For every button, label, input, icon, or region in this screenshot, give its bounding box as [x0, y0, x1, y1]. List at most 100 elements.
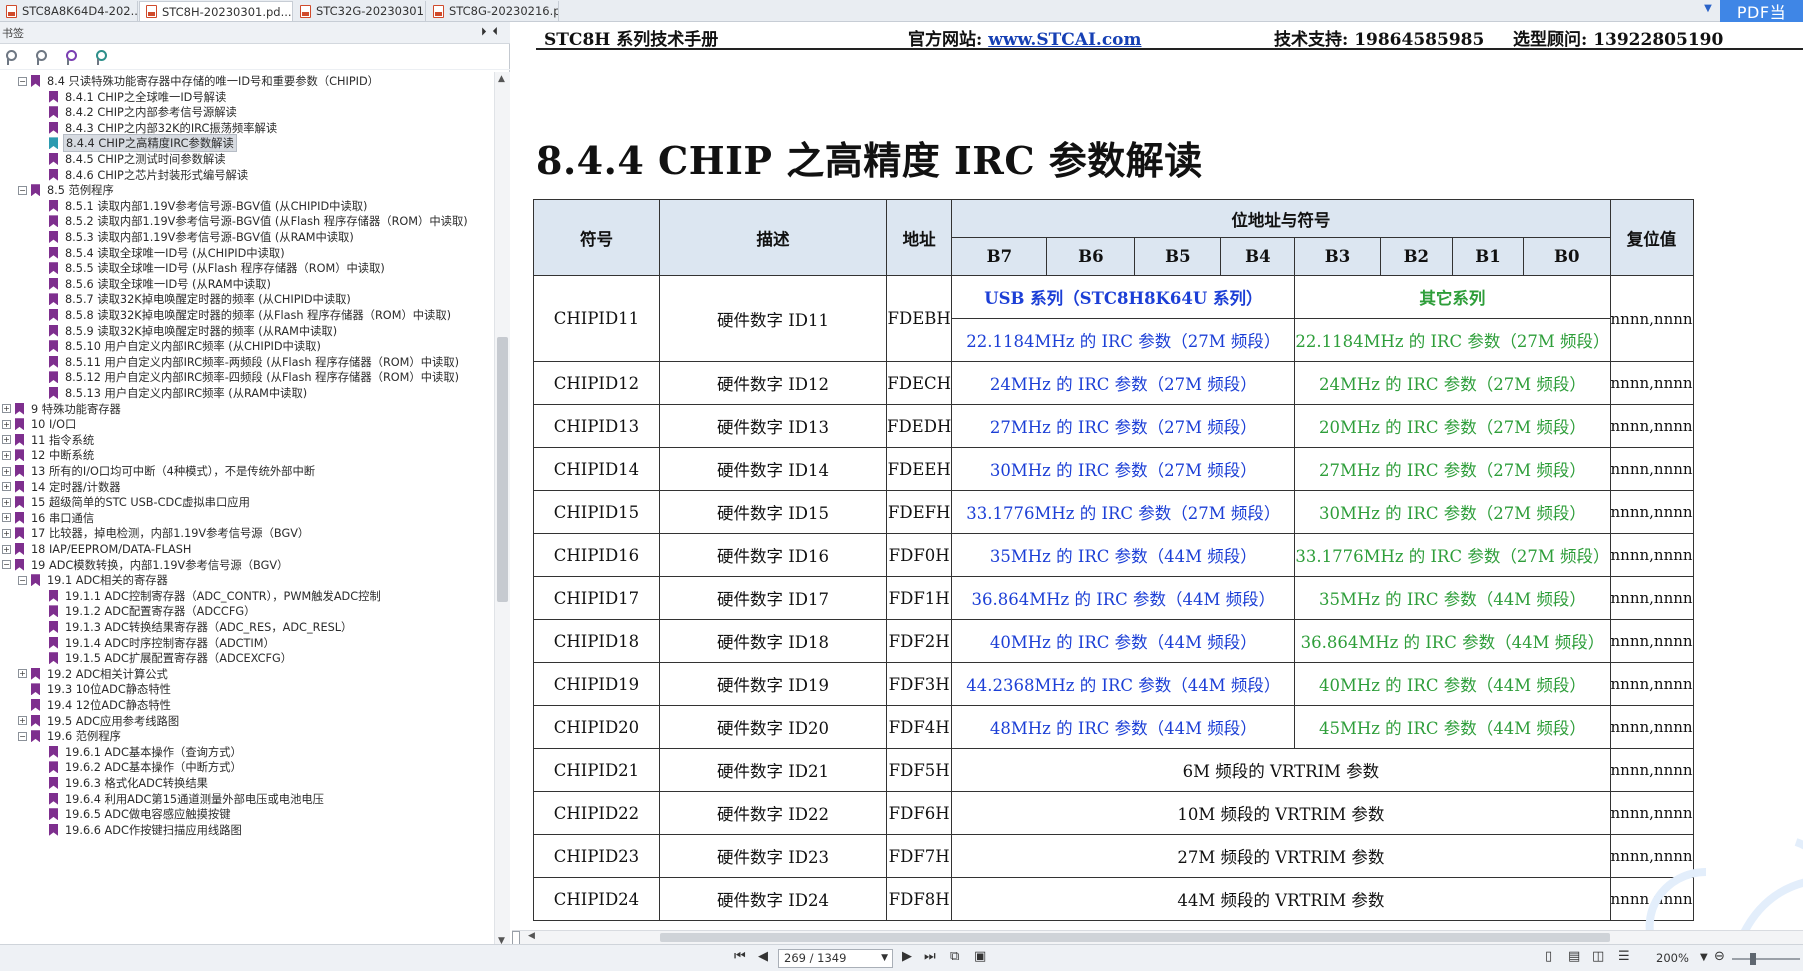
expand-node-icon[interactable]: +	[2, 435, 11, 445]
tab-label: STC32G-20230301...	[316, 4, 426, 18]
collapse-node-icon[interactable]: −	[18, 731, 27, 741]
bookmark-label: 19.1.2 ADC配置寄存器（ADCCFG）	[65, 605, 256, 619]
horizontal-scrollbar[interactable]: ◀	[512, 930, 1803, 945]
bookmark-ribbon-icon	[49, 215, 58, 228]
collapse-node-icon[interactable]: −	[18, 575, 27, 585]
collapse-node-icon[interactable]: −	[2, 560, 11, 570]
expand-node-icon[interactable]: +	[2, 497, 11, 507]
two-page-view-icon[interactable]: ◫	[1592, 949, 1604, 964]
cell-symbol: CHIPID14	[533, 447, 660, 491]
expand-node-icon[interactable]: +	[18, 716, 27, 726]
reading-mode-icon[interactable]: ☰	[1618, 949, 1630, 964]
table-row: CHIPID14 硬件数字 ID14 FDEEH 30MHz 的 IRC 参数（27M…	[533, 447, 1694, 491]
expand-node-icon[interactable]: +	[2, 450, 11, 460]
expand-node-icon[interactable]: +	[2, 544, 11, 554]
pdf-page-view[interactable]: STC8H 系列技术手册 官方网站: www.STCAI.com 技术支持: 1…	[516, 22, 1803, 932]
zoom-out-icon[interactable]: ⊖	[1714, 949, 1725, 964]
add-bookmark-icon[interactable]	[64, 49, 80, 65]
continuous-view-icon[interactable]: ▤	[1568, 949, 1580, 964]
collapse-all-bookmarks-icon[interactable]	[34, 49, 50, 65]
cell-description: 硬件数字 ID22	[659, 791, 887, 835]
tab-label: STC8H-20230301.pd...	[162, 4, 292, 19]
cell-usb-irc-param: 36.864MHz 的 IRC 参数（44M 频段）	[951, 576, 1296, 620]
watermark-logo	[1645, 838, 1803, 932]
zoom-slider[interactable]	[1732, 953, 1800, 965]
expand-node-icon[interactable]: +	[2, 482, 11, 492]
cell-other-irc-param: 20MHz 的 IRC 参数（27M 频段）	[1294, 404, 1611, 448]
scroll-up-arrow-icon[interactable]: ▲	[498, 74, 505, 84]
bookmark-label: 8.5.10 用户自定义内部IRC频率 (从CHIPID中读取)	[65, 340, 321, 354]
thumbnail-view-icon[interactable]: ▣	[974, 949, 986, 964]
expand-node-icon[interactable]: +	[2, 528, 11, 538]
bookmark-ribbon-icon	[49, 761, 58, 774]
cell-description: 硬件数字 ID19	[659, 662, 887, 706]
bookmark-ribbon-icon	[15, 449, 24, 462]
panel-expand-icon[interactable]: ⏵	[481, 25, 493, 38]
zoom-level[interactable]: 200%	[1656, 951, 1689, 965]
cell-reset-value: nnnn,nnnn	[1609, 275, 1694, 362]
next-page-icon[interactable]: ▶	[902, 949, 912, 964]
app-brand-button[interactable]: PDF当	[1720, 0, 1803, 22]
panel-collapse-icon[interactable]: ⏴	[493, 25, 505, 38]
bookmark-ribbon-icon	[15, 433, 24, 446]
cell-address: FDEBH	[885, 275, 953, 362]
expand-node-icon[interactable]: +	[2, 466, 11, 476]
expand-node-icon[interactable]: +	[2, 513, 11, 523]
tab-list-chevron-down-icon[interactable]: ▼	[1700, 3, 1716, 19]
bookmark-scrollbar[interactable]: ▲ ▼	[494, 72, 510, 948]
expand-node-icon[interactable]: +	[18, 669, 27, 679]
previous-page-icon[interactable]: ◀	[758, 949, 768, 964]
collapse-node-icon[interactable]: −	[18, 76, 27, 86]
bookmark-ribbon-icon	[49, 777, 58, 789]
bookmark-ribbon-icon	[49, 324, 58, 337]
collapse-node-icon[interactable]: −	[18, 185, 27, 195]
bookmark-label: 9 特殊功能寄存器	[31, 402, 121, 416]
tab-stc8g[interactable]: STC8G-20230216.p...	[427, 1, 559, 21]
horizontal-scroll-thumb[interactable]	[660, 933, 1610, 942]
header-bit: B3	[1294, 237, 1381, 276]
tab-stc8a8k64d4[interactable]: STC8A8K64D4-202...	[0, 1, 138, 21]
tab-label: STC8A8K64D4-202...	[22, 4, 138, 18]
bookmark-label: 8.5.5 读取全球唯一ID号 (从Flash 程序存储器（ROM）中读取)	[65, 262, 385, 276]
page-split-handle[interactable]	[512, 931, 520, 945]
expand-node-icon[interactable]: +	[2, 404, 11, 414]
bookmark-scroll-thumb[interactable]	[497, 337, 508, 602]
bookmark-ribbon-icon	[49, 636, 58, 649]
page-number-input[interactable]: 269 / 1349 ▼	[778, 949, 893, 968]
zoom-dropdown-icon[interactable]: ▼	[1700, 952, 1708, 963]
bookmark-ribbon-icon	[15, 465, 24, 477]
bookmark-panel: 书签 ⏵⏴ − 8.4 只读特殊功能寄存器中存储的唯一ID号和重要参数（CHIPI…	[0, 22, 510, 948]
bookmark-label: 10 I/O口	[31, 418, 77, 432]
site-link[interactable]: www.STCAI.com	[988, 30, 1141, 50]
bookmark-label: 19.6.1 ADC基本操作（查询方式）	[65, 745, 242, 759]
tab-stc8h[interactable]: STC8H-20230301.pd... ×	[139, 1, 293, 21]
cell-address: FDF0H	[885, 533, 953, 577]
rotate-page-icon[interactable]: ⧉	[950, 949, 959, 964]
expand-all-bookmarks-icon[interactable]	[4, 49, 20, 65]
zoom-slider-knob[interactable]	[1750, 953, 1756, 965]
first-page-icon[interactable]: ⏮	[734, 949, 746, 964]
bookmark-tree: − 8.4 只读特殊功能寄存器中存储的唯一ID号和重要参数（CHIPID） 8.4.…	[0, 72, 494, 948]
support-phone: 技术支持: 19864585985	[1274, 30, 1485, 50]
cell-symbol: CHIPID20	[533, 705, 660, 749]
tab-stc32g[interactable]: STC32G-20230301...	[294, 1, 426, 21]
bookmark-item[interactable]: 19.6.6 ADC作按键扫描应用线路图	[0, 821, 494, 839]
official-site: 官方网站: www.STCAI.com	[908, 25, 1142, 50]
cell-description: 硬件数字 ID23	[659, 834, 887, 878]
scroll-left-arrow-icon[interactable]: ◀	[528, 931, 535, 941]
cell-address: FDEEH	[885, 447, 953, 491]
find-current-bookmark-icon[interactable]	[94, 49, 110, 65]
last-page-icon[interactable]: ⏭	[924, 949, 936, 964]
expand-node-icon[interactable]: +	[2, 419, 11, 429]
bookmark-ribbon-icon	[49, 371, 58, 384]
cell-description: 硬件数字 ID13	[659, 404, 887, 448]
bookmark-label: 19.3 10位ADC静态特性	[47, 683, 171, 697]
bookmark-ribbon-icon	[49, 605, 58, 618]
page-dropdown-icon[interactable]: ▼	[881, 950, 888, 967]
single-page-view-icon[interactable]: ▯	[1545, 949, 1552, 964]
